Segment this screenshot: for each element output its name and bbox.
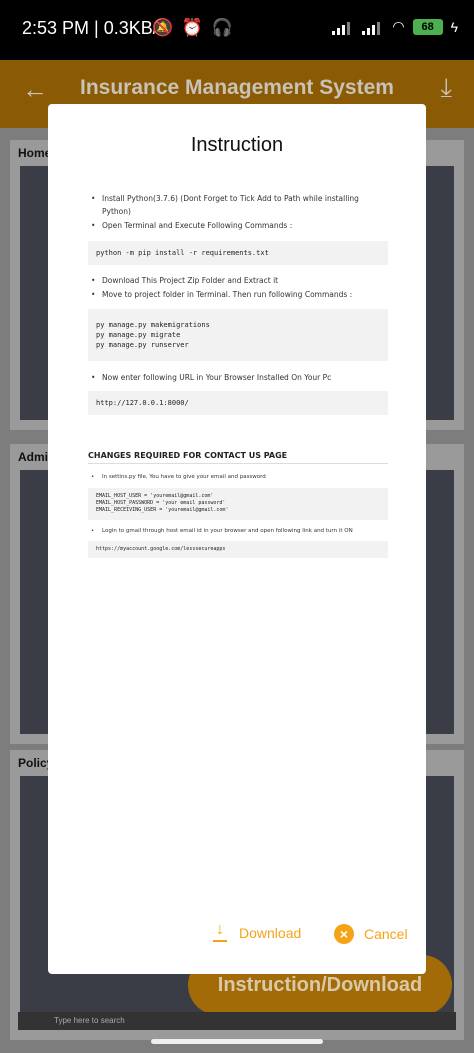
cancel-button[interactable]: × Cancel	[334, 924, 408, 944]
taskbar-search: Type here to search	[18, 1012, 456, 1030]
steps-list-2: Download This Project Zip Folder and Ext…	[88, 274, 388, 301]
code-block: python -m pip install -r requirements.tx…	[88, 241, 388, 265]
code-block: http://127.0.0.1:8000/	[88, 391, 388, 415]
charging-icon: ϟ	[450, 18, 458, 35]
download-label: Download	[239, 925, 302, 941]
steps-list-4: In settins.py file, You have to give you…	[88, 472, 388, 482]
home-indicator[interactable]	[151, 1039, 323, 1044]
steps-list-3: Now enter following URL in Your Browser …	[88, 371, 388, 384]
code-block: EMAIL_HOST_USER = 'youremail@gmail.com' …	[88, 488, 388, 520]
step-item: Move to project folder in Terminal. Then…	[88, 288, 388, 301]
cancel-label: Cancel	[364, 926, 408, 942]
instruction-document: Install Python(3.7.6) (Dont Forget to Ti…	[88, 188, 388, 558]
step-item: In settins.py file, You have to give you…	[88, 472, 388, 482]
step-item: Install Python(3.7.6) (Dont Forget to Ti…	[88, 192, 388, 218]
close-circle-icon: ×	[334, 924, 354, 944]
step-item: Download This Project Zip Folder and Ext…	[88, 274, 388, 287]
dialog-title: Instruction	[190, 134, 284, 156]
wifi-icon: ◠	[392, 18, 405, 34]
code-block: https://myaccount.google.com/lesssecurea…	[88, 541, 388, 558]
notification-icons: 🔕 ⏰ 🎧	[152, 18, 235, 37]
download-icon[interactable]: ⤓	[441, 72, 453, 104]
card-label: Home	[18, 146, 52, 160]
instruction-dialog: Instruction Install Python(3.7.6) (Dont …	[48, 104, 426, 974]
step-item: Now enter following URL in Your Browser …	[88, 371, 388, 384]
code-block: py manage.py makemigrations py manage.py…	[88, 309, 388, 361]
download-icon: ↓	[211, 921, 229, 942]
card-label: Admi	[18, 450, 48, 464]
steps-list-5: Login to gmail through host email id in …	[88, 526, 388, 536]
battery-icon: 68	[412, 18, 443, 35]
status-right: ◠ 68 ϟ	[332, 18, 458, 35]
steps-list-1: Install Python(3.7.6) (Dont Forget to Ti…	[88, 192, 388, 232]
step-item: Login to gmail through host email id in …	[88, 526, 388, 536]
status-bar: 2:53 PM | 0.3KB/s 🔕 ⏰ 🎧 ◠ 68 ϟ	[0, 0, 474, 60]
dialog-actions: ↓ Download × Cancel	[48, 921, 426, 954]
signal-icon-2	[362, 19, 384, 35]
status-time: 2:53 PM | 0.3KB/s	[22, 18, 167, 38]
app-title: Insurance Management System	[80, 76, 394, 99]
step-item: Open Terminal and Execute Following Comm…	[88, 219, 388, 232]
signal-icon	[332, 19, 354, 35]
download-button[interactable]: ↓ Download	[211, 921, 302, 942]
section-heading: CHANGES REQUIRED FOR CONTACT US PAGE	[88, 451, 388, 464]
